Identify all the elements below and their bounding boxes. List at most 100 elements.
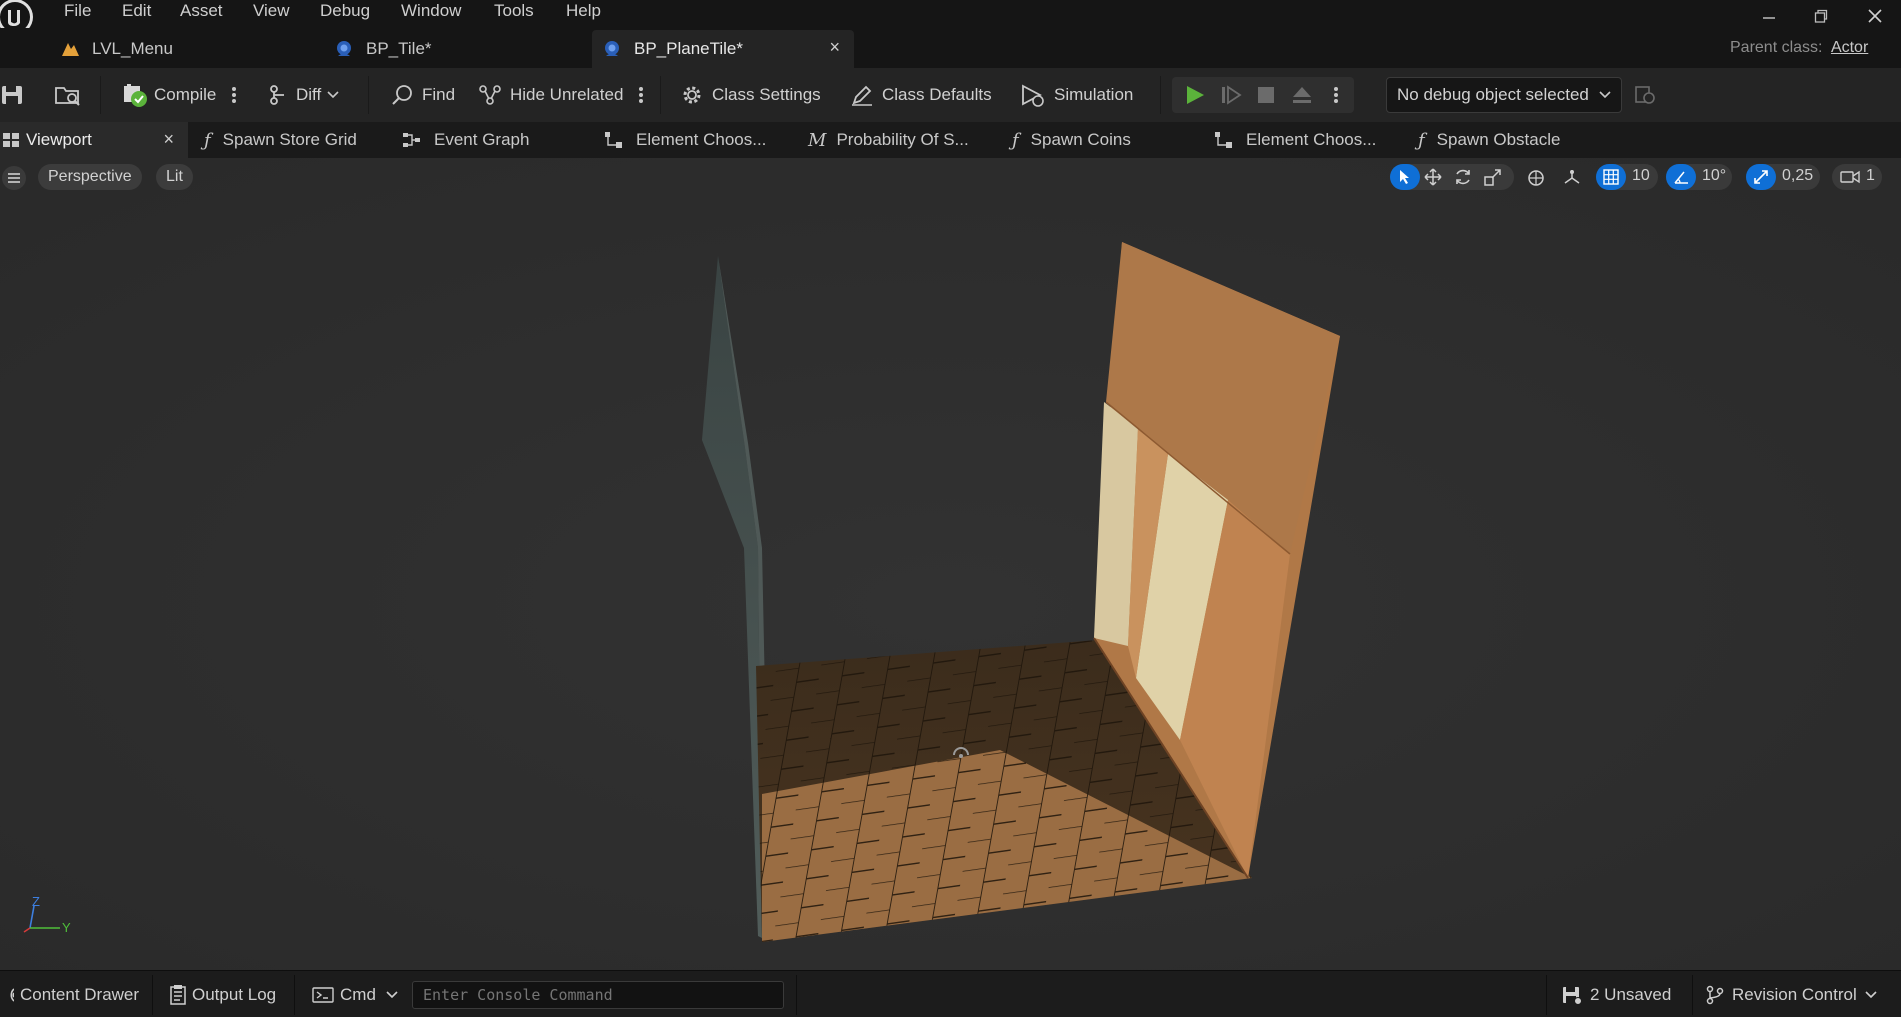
compile-status-icon: [122, 82, 148, 108]
perspective-button[interactable]: Perspective: [38, 164, 142, 190]
scale-mode-icon[interactable]: [1484, 168, 1502, 186]
stop-icon[interactable]: [1256, 85, 1276, 105]
debug-filter-icon[interactable]: [1634, 84, 1656, 106]
parent-class: Parent class: Actor: [1730, 39, 1868, 57]
tab-element-chooser-1[interactable]: Element Choos...: [604, 122, 766, 158]
unsaved-icon: [1562, 985, 1582, 1005]
tab-viewport[interactable]: Viewport ×: [0, 122, 188, 158]
graph-tab-bar: Viewport × ƒ Spawn Store Grid Event Grap…: [0, 122, 1901, 158]
restore-icon[interactable]: [1806, 4, 1836, 28]
tab-label: Viewport: [26, 130, 92, 149]
viewport-menu-icon[interactable]: [2, 166, 26, 190]
tab-spawn-obstacle[interactable]: ƒ Spawn Obstacle: [1418, 122, 1560, 158]
content-drawer-button[interactable]: Content Drawer: [0, 979, 139, 1011]
unsaved-button[interactable]: 2 Unsaved: [1562, 979, 1671, 1011]
find-button[interactable]: Find: [390, 78, 455, 112]
blueprint-icon: [334, 39, 354, 59]
unsaved-label: 2 Unsaved: [1590, 985, 1672, 1004]
menu-tools[interactable]: Tools: [494, 1, 534, 21]
class-defaults-icon: [850, 83, 874, 107]
play-controls: [1172, 77, 1354, 113]
translate-mode-icon[interactable]: [1424, 168, 1442, 186]
macro-m-icon: M: [808, 129, 827, 151]
play-icon[interactable]: [1184, 84, 1206, 106]
hide-unrelated-options-icon[interactable]: [637, 78, 645, 112]
find-icon: [390, 83, 414, 107]
revision-control-button[interactable]: Revision Control: [1706, 979, 1877, 1011]
close-tab-icon[interactable]: ×: [163, 129, 174, 150]
tab-label: BP_Tile*: [366, 39, 432, 58]
tab-label: BP_PlaneTile*: [634, 39, 743, 58]
minimize-icon[interactable]: [1754, 4, 1784, 28]
tab-label: Probability Of S...: [836, 130, 969, 149]
menu-help[interactable]: Help: [566, 1, 601, 21]
class-defaults-button[interactable]: Class Defaults: [850, 78, 992, 112]
diff-button[interactable]: Diff: [268, 78, 339, 112]
compile-options-icon[interactable]: [230, 78, 238, 112]
rotation-snap-control[interactable]: 10°: [1666, 164, 1732, 190]
viewport[interactable]: Perspective Lit 10 10° 0,25 1 Z Y: [0, 158, 1901, 970]
world-local-icon[interactable]: [1526, 168, 1546, 188]
debug-object-select[interactable]: No debug object selected: [1386, 77, 1622, 113]
compile-label: Compile: [154, 85, 217, 104]
tab-label: LVL_Menu: [92, 39, 173, 58]
toolbar-separator: [368, 76, 369, 114]
tab-bp-tile[interactable]: BP_Tile*: [334, 30, 584, 68]
grid-snap-icon: [1596, 164, 1626, 190]
tab-bp-planetile[interactable]: BP_PlaneTile* ×: [592, 30, 854, 68]
cmd-label: Cmd: [340, 985, 376, 1004]
cmd-dropdown[interactable]: Cmd: [312, 979, 398, 1011]
tab-lvl-menu[interactable]: LVL_Menu: [60, 30, 320, 68]
menu-edit[interactable]: Edit: [122, 1, 151, 21]
close-window-icon[interactable]: [1860, 4, 1890, 28]
axis-z-label: Z: [32, 894, 40, 909]
lit-button[interactable]: Lit: [156, 164, 193, 190]
eject-icon[interactable]: [1290, 84, 1314, 106]
hide-unrelated-button[interactable]: Hide Unrelated: [478, 78, 623, 112]
tab-spawn-store-grid[interactable]: ƒ Spawn Store Grid: [204, 122, 357, 158]
menu-file[interactable]: File: [64, 1, 91, 21]
surface-snap-icon[interactable]: [1562, 168, 1582, 188]
close-tab-icon[interactable]: ×: [829, 37, 840, 58]
toolbar-separator: [100, 76, 101, 114]
status-separator: [294, 975, 295, 1015]
blueprint-icon: [602, 39, 622, 59]
select-mode-icon[interactable]: [1390, 164, 1420, 190]
parent-class-link[interactable]: Actor: [1831, 39, 1868, 56]
lit-label: Lit: [166, 168, 183, 185]
play-options-icon[interactable]: [1332, 85, 1340, 105]
document-tab-bar: LVL_Menu BP_Tile* BP_PlaneTile* × Parent…: [0, 28, 1901, 68]
hide-unrelated-icon: [478, 83, 502, 107]
terminal-icon: [312, 986, 334, 1004]
tab-probability-of-s[interactable]: M Probability Of S...: [808, 122, 969, 158]
scale-snap-control[interactable]: 0,25: [1746, 164, 1820, 190]
class-settings-button[interactable]: Class Settings: [680, 78, 821, 112]
menu-debug[interactable]: Debug: [320, 1, 370, 21]
step-icon[interactable]: [1220, 84, 1242, 106]
menu-view[interactable]: View: [253, 1, 290, 21]
menu-window[interactable]: Window: [401, 1, 461, 21]
tab-event-graph[interactable]: Event Graph: [402, 122, 529, 158]
diff-label: Diff: [296, 85, 322, 104]
save-icon[interactable]: [0, 78, 28, 112]
compile-button[interactable]: Compile: [122, 78, 216, 112]
rotation-snap-value: 10°: [1702, 167, 1727, 184]
rotate-mode-icon[interactable]: [1454, 168, 1472, 186]
simulation-button[interactable]: Simulation: [1020, 78, 1133, 112]
class-settings-label: Class Settings: [712, 85, 821, 104]
console-command-input[interactable]: [412, 981, 784, 1009]
tab-spawn-coins[interactable]: ƒ Spawn Coins: [1012, 122, 1131, 158]
camera-speed-value: 1: [1866, 167, 1875, 184]
tab-element-chooser-2[interactable]: Element Choos...: [1214, 122, 1376, 158]
debug-object-value: No debug object selected: [1397, 85, 1589, 104]
menu-asset[interactable]: Asset: [180, 1, 223, 21]
branch-icon: [1706, 985, 1724, 1005]
browse-icon[interactable]: [54, 78, 84, 112]
output-log-button[interactable]: Output Log: [170, 979, 276, 1011]
camera-speed-control[interactable]: 1: [1832, 164, 1882, 190]
chevron-down-icon: [386, 991, 398, 999]
gear-icon: [680, 83, 704, 107]
event-graph-icon: [402, 131, 422, 149]
grid-snap-control[interactable]: 10: [1596, 164, 1658, 190]
parent-class-label: Parent class:: [1730, 39, 1823, 56]
